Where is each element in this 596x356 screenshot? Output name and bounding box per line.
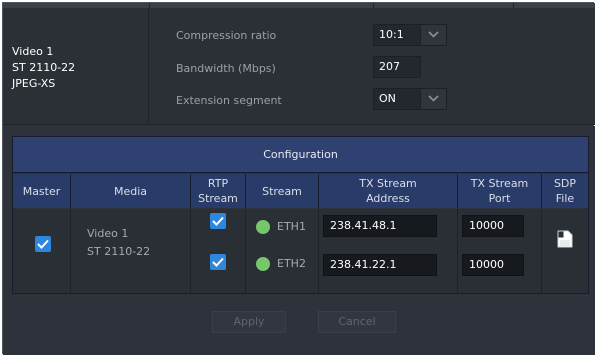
table-row: Video 1 ST 2110-22 ETH1 ETH2 238.41.48.1…: [13, 209, 588, 293]
tx-port-cell: 10000 10000: [458, 209, 542, 293]
rtp-checkbox-eth1[interactable]: [210, 213, 226, 229]
apply-button[interactable]: Apply: [212, 311, 286, 333]
rtp-checkbox-eth2[interactable]: [210, 254, 226, 270]
tx-address-eth2-input[interactable]: 238.41.22.1: [323, 254, 437, 276]
stream-cell: ETH1 ETH2: [246, 209, 319, 293]
media-name: Video 1: [87, 227, 129, 240]
compression-ratio-select[interactable]: 10:1: [373, 24, 447, 46]
bandwidth-label: Bandwidth (Mbps): [176, 62, 276, 75]
sdp-file-cell: [542, 209, 588, 293]
configuration-title: Configuration: [13, 137, 588, 173]
interface-eth2: ETH2: [277, 257, 306, 270]
rtp-header-line2: Stream: [198, 192, 238, 205]
extension-segment-value: ON: [379, 92, 396, 105]
chevron-down-icon[interactable]: [420, 25, 446, 45]
master-cell: [13, 209, 71, 293]
source-info: Video 1 ST 2110-22 JPEG-XS: [12, 44, 75, 92]
compression-ratio-label: Compression ratio: [176, 29, 277, 42]
chevron-down-icon[interactable]: [420, 89, 446, 109]
extension-segment-label: Extension segment: [176, 94, 282, 107]
interface-eth1: ETH1: [277, 220, 306, 233]
media-header: Media: [71, 174, 191, 208]
stream-header: Stream: [246, 174, 319, 208]
tx-port-header-line2: Port: [488, 192, 511, 205]
status-dot-eth1: [256, 220, 270, 234]
bandwidth-field: 207: [373, 56, 421, 78]
tx-address-eth1-input[interactable]: 238.41.48.1: [323, 215, 437, 237]
tx-address-header: TX Stream Address: [319, 174, 458, 208]
sdp-file-header: SDP File: [542, 174, 588, 208]
master-header: Master: [13, 174, 71, 208]
master-checkbox[interactable]: [35, 236, 51, 252]
tx-port-header: TX Stream Port: [458, 174, 542, 208]
media-info: Video 1 ST 2110-22: [87, 225, 150, 261]
rtp-header-line1: RTP: [207, 177, 229, 190]
media-cell: Video 1 ST 2110-22: [71, 209, 191, 293]
tx-port-header-line1: TX Stream: [470, 177, 529, 190]
compression-ratio-value: 10:1: [379, 28, 404, 41]
status-dot-eth2: [256, 257, 270, 271]
tx-address-header-line1: TX Stream: [359, 177, 417, 190]
tx-address-cell: 238.41.48.1 238.41.22.1: [319, 209, 458, 293]
media-standard: ST 2110-22: [87, 245, 151, 258]
rtp-stream-header: RTP Stream: [191, 174, 246, 208]
sdp-header-line1: SDP: [553, 177, 577, 190]
tx-address-header-line2: Address: [366, 192, 410, 205]
cancel-button[interactable]: Cancel: [318, 311, 396, 333]
tx-port-eth2-input[interactable]: 10000: [462, 254, 524, 276]
sdp-header-line2: File: [555, 192, 575, 205]
source-name: Video 1: [12, 45, 54, 58]
rtp-cell: [191, 209, 246, 293]
settings-section: Video 1 ST 2110-22 JPEG-XS Compression r…: [3, 8, 595, 125]
configuration-table: Configuration Master Media RTP Stream St…: [12, 136, 589, 294]
extension-segment-select[interactable]: ON: [373, 88, 447, 110]
source-codec: JPEG-XS: [12, 77, 56, 90]
file-icon[interactable]: [557, 230, 573, 248]
tx-port-eth1-input[interactable]: 10000: [462, 215, 524, 237]
source-standard: ST 2110-22: [12, 61, 76, 74]
source-info-cell: Video 1 ST 2110-22 JPEG-XS: [3, 8, 149, 125]
